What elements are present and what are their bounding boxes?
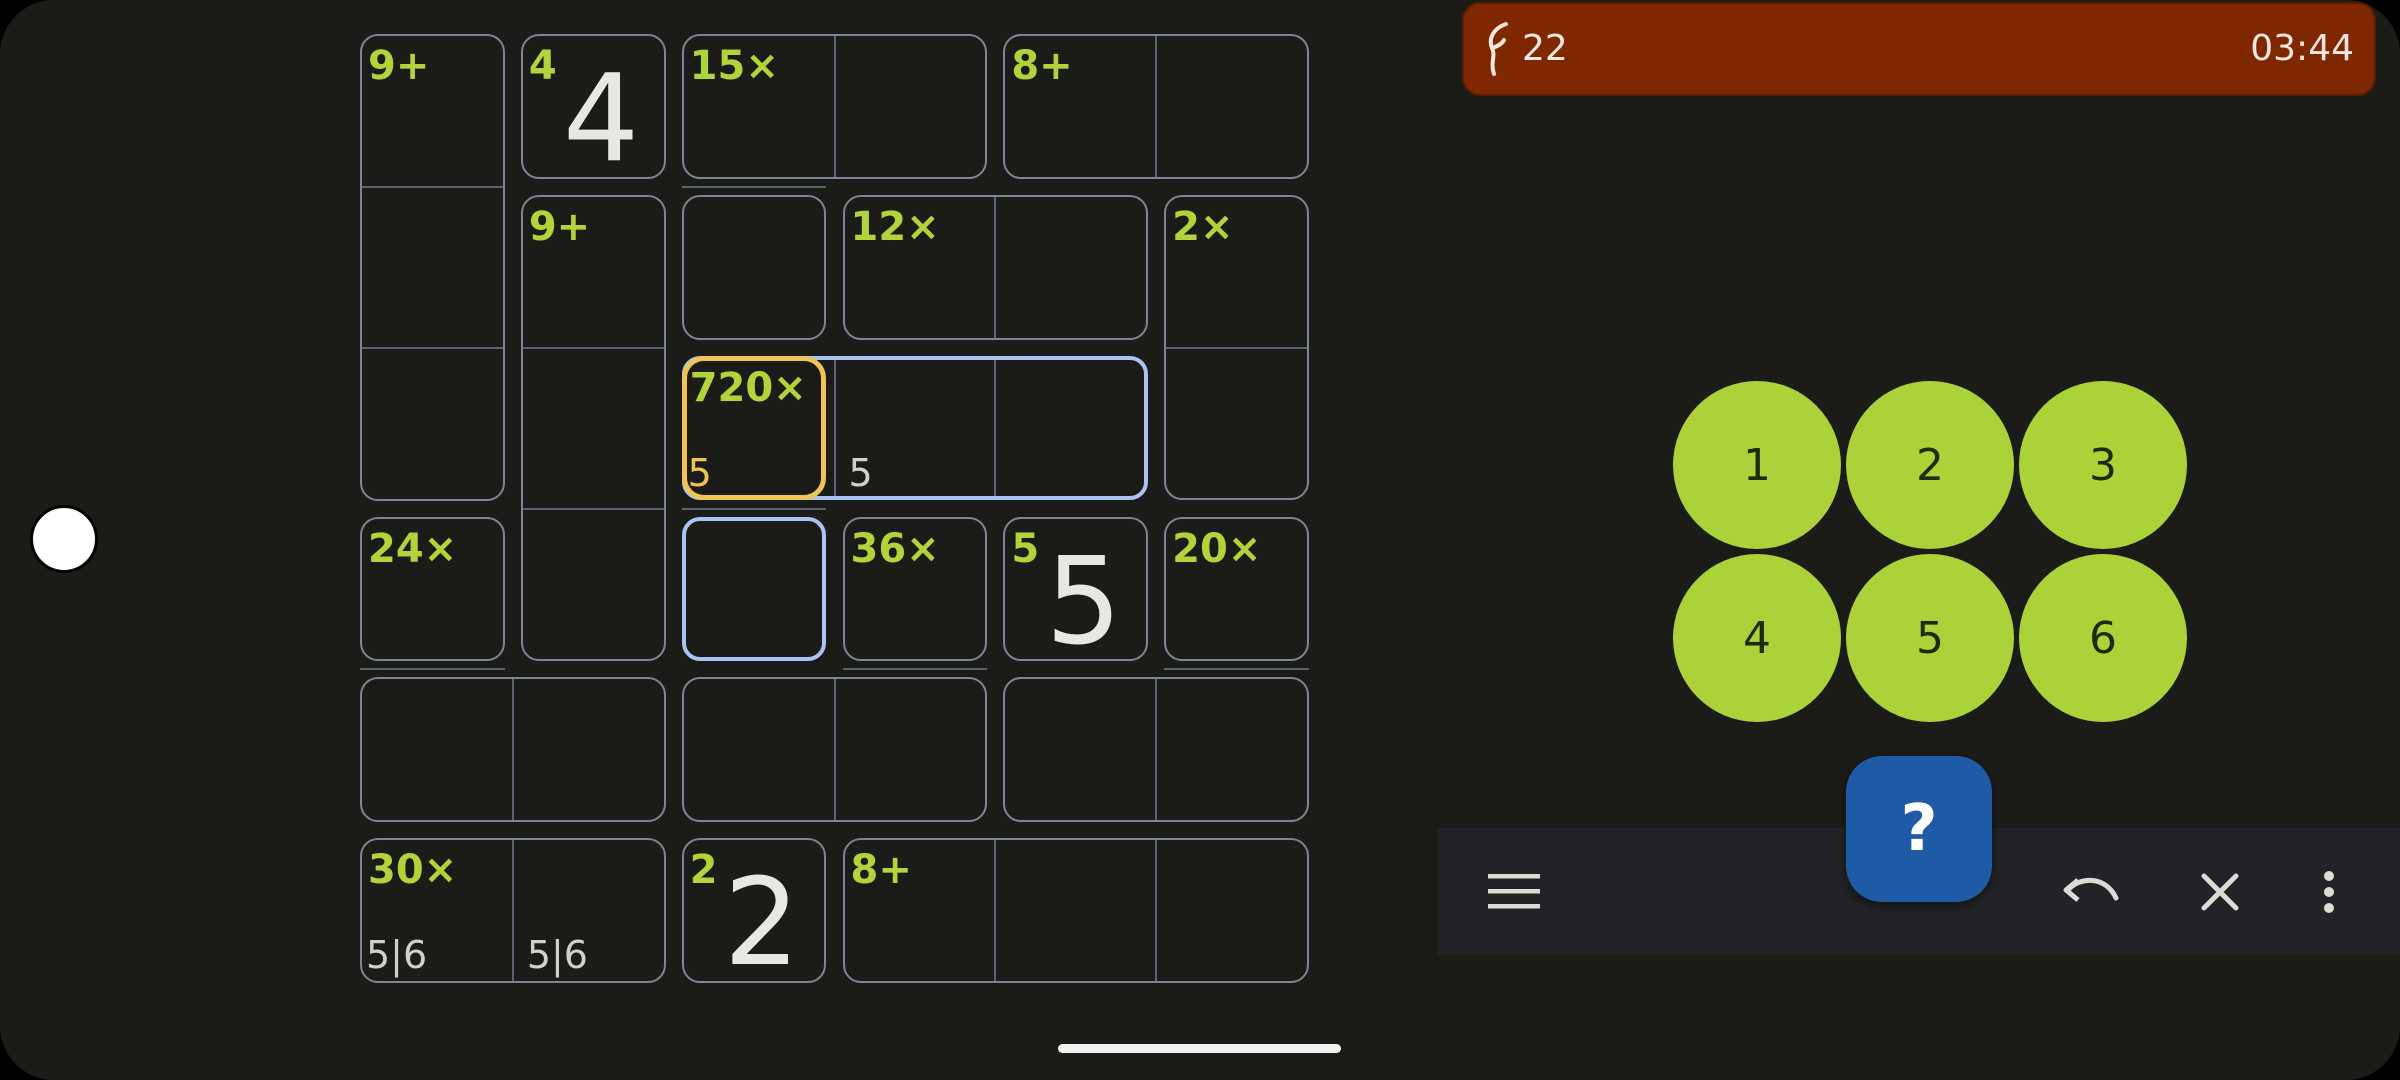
menu-icon[interactable] bbox=[1488, 872, 1540, 912]
digit-button-3[interactable]: 3 bbox=[2019, 381, 2187, 549]
grid-cell[interactable] bbox=[835, 830, 996, 991]
grid-cell[interactable] bbox=[835, 26, 996, 187]
grid-cell[interactable] bbox=[352, 348, 513, 509]
home-indicator[interactable] bbox=[1058, 1044, 1341, 1053]
cell-note: 5 bbox=[848, 450, 873, 495]
digit-button-2[interactable]: 2 bbox=[1846, 381, 2014, 549]
cell-note: 5|6 bbox=[526, 933, 588, 978]
puzzle-grid[interactable]: 9+ 4 15× 8+ 9+ 12× 2× 720× 24× 36× 5 20× 30× 2 8+ 4 5 2 5 5… bbox=[352, 26, 1317, 991]
grid-cell[interactable] bbox=[835, 187, 996, 348]
camera-cutout bbox=[30, 505, 98, 573]
digit-button-6[interactable]: 6 bbox=[2019, 554, 2187, 722]
grid-cell[interactable] bbox=[1156, 830, 1317, 991]
help-button[interactable]: ? bbox=[1846, 756, 1992, 902]
grid-cell[interactable] bbox=[513, 669, 674, 830]
close-icon[interactable] bbox=[2200, 872, 2240, 912]
grid-cell[interactable] bbox=[674, 669, 835, 830]
more-vert-icon[interactable] bbox=[2322, 870, 2336, 914]
grid-cell[interactable] bbox=[674, 26, 835, 187]
cell-value: 5 bbox=[1045, 532, 1122, 672]
digit-button-1[interactable]: 1 bbox=[1673, 381, 1841, 549]
cell-note: 5 bbox=[687, 450, 712, 495]
digit-button-4[interactable]: 4 bbox=[1673, 554, 1841, 722]
undo-icon[interactable] bbox=[2062, 866, 2122, 914]
grid-cell[interactable] bbox=[995, 348, 1156, 509]
grid-cell[interactable] bbox=[995, 26, 1156, 187]
cell-value: 2 bbox=[723, 854, 801, 994]
grid-cell[interactable] bbox=[352, 187, 513, 348]
grid-cell[interactable] bbox=[995, 187, 1156, 348]
grid-cell[interactable] bbox=[835, 669, 996, 830]
game-timer: 03:44 bbox=[2250, 28, 2354, 69]
grid-cell[interactable] bbox=[674, 187, 835, 348]
grid-cell[interactable] bbox=[995, 669, 1156, 830]
grid-cell[interactable] bbox=[835, 509, 996, 670]
digit-button-5[interactable]: 5 bbox=[1846, 554, 2014, 722]
grid-cell[interactable] bbox=[352, 509, 513, 670]
grid-cell[interactable] bbox=[513, 348, 674, 509]
grid-cell[interactable] bbox=[513, 187, 674, 348]
cell-note: 5|6 bbox=[366, 933, 428, 978]
grid-cell[interactable] bbox=[1156, 348, 1317, 509]
game-screen: 9+ 4 15× 8+ 9+ 12× 2× 720× 24× 36× 5 20× 30× 2 8+ 4 5 2 5 5… bbox=[0, 0, 2400, 1080]
grid-cell[interactable] bbox=[352, 26, 513, 187]
grid-cell[interactable] bbox=[995, 830, 1156, 991]
grid-cell[interactable] bbox=[513, 509, 674, 670]
grid-cell[interactable] bbox=[674, 509, 835, 670]
status-bar: 22 03:44 bbox=[1462, 2, 2376, 96]
squiggle-icon bbox=[1488, 22, 1508, 76]
cell-value: 4 bbox=[562, 50, 640, 189]
cage-count: 22 bbox=[1522, 28, 1568, 69]
grid-cell[interactable] bbox=[1156, 509, 1317, 670]
grid-cell[interactable] bbox=[1156, 187, 1317, 348]
grid-cell[interactable] bbox=[1156, 669, 1317, 830]
grid-cell[interactable] bbox=[352, 669, 513, 830]
grid-cell[interactable] bbox=[1156, 26, 1317, 187]
